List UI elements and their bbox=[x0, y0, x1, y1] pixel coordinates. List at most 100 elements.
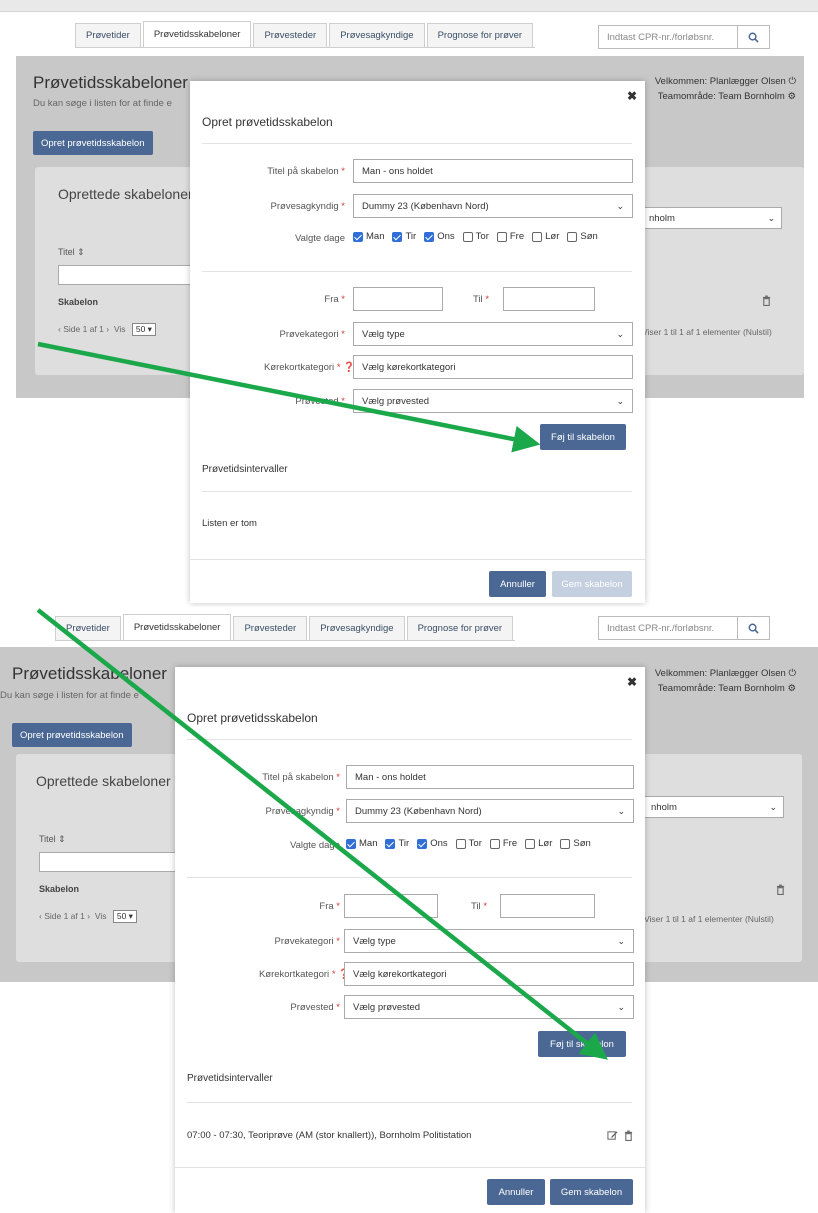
day-checkbox-man[interactable]: Man bbox=[353, 231, 384, 242]
day-checkbox-tir[interactable]: Tir bbox=[392, 231, 416, 242]
chevron-down-icon: ⌄ bbox=[617, 935, 625, 946]
next-page-icon[interactable]: › bbox=[106, 324, 109, 334]
divider bbox=[202, 143, 632, 144]
tab-prognose[interactable]: Prognose for prøver bbox=[426, 23, 534, 47]
cancel-button[interactable]: Annuller bbox=[487, 1179, 545, 1205]
pager-text: Side 1 af 1 bbox=[63, 324, 104, 334]
from-input[interactable] bbox=[344, 894, 438, 918]
column-title[interactable]: Titel ⇕ bbox=[39, 834, 66, 845]
cpr-search-input[interactable]: Indtast CPR-nr./forløbsnr. bbox=[598, 25, 738, 49]
chevron-down-icon: ⌄ bbox=[616, 328, 624, 339]
day-checkbox-ons[interactable]: Ons bbox=[417, 838, 448, 849]
interval-entry: 07:00 - 07:30, Teoriprøve (AM (stor knal… bbox=[187, 1130, 472, 1141]
page-subtitle: Du kan søge i listen for at finde e bbox=[0, 690, 139, 701]
pager: ‹ Side 1 af 1 › Vis 50 ▾ bbox=[58, 323, 156, 336]
tab-provetidsskabeloner[interactable]: Prøvetidsskabeloner bbox=[122, 614, 232, 640]
cpr-search-input[interactable]: Indtast CPR-nr./forløbsnr. bbox=[598, 616, 738, 640]
license-input[interactable]: Vælg kørekortkategori bbox=[344, 962, 634, 986]
trash-icon[interactable] bbox=[776, 884, 785, 898]
day-checkbox-lor[interactable]: Lør bbox=[525, 838, 552, 849]
save-template-button[interactable]: Gem skabelon bbox=[550, 1179, 633, 1205]
chevron-down-icon: ⌄ bbox=[616, 200, 624, 211]
day-checkbox-tor[interactable]: Tor bbox=[455, 838, 482, 849]
chevron-down-icon: ⌄ bbox=[767, 212, 775, 223]
save-template-button[interactable]: Gem skabelon bbox=[552, 571, 632, 597]
trash-icon[interactable] bbox=[624, 1130, 633, 1144]
add-to-template-button[interactable]: Føj til skabelon bbox=[538, 1031, 626, 1057]
tab-prognose[interactable]: Prognose for prøver bbox=[406, 616, 514, 640]
title-filter-input[interactable] bbox=[39, 852, 179, 872]
tab-provetider[interactable]: Prøvetider bbox=[55, 616, 121, 640]
day-checkbox-tor[interactable]: Tor bbox=[462, 231, 489, 242]
power-icon[interactable]: ⏻ bbox=[788, 668, 796, 679]
chevron-down-icon: ⌄ bbox=[617, 805, 625, 816]
to-input[interactable] bbox=[503, 287, 595, 311]
power-icon[interactable]: ⏻ bbox=[788, 76, 796, 87]
region-select[interactable]: nholm ⌄ bbox=[642, 207, 782, 229]
day-checkbox-tir[interactable]: Tir bbox=[385, 838, 409, 849]
user-info: Velkommen: Planlægger Olsen ⏻ Teamområde… bbox=[655, 74, 796, 104]
create-template-button[interactable]: Opret prøvetidsskabelon bbox=[12, 723, 132, 747]
template-title-input[interactable]: Man - ons holdet bbox=[346, 765, 634, 789]
tab-provesteder[interactable]: Prøvesteder bbox=[253, 23, 328, 47]
column-title[interactable]: Titel ⇕ bbox=[58, 247, 85, 258]
day-checkbox-fre[interactable]: Fre bbox=[489, 838, 517, 849]
prev-page-icon[interactable]: ‹ bbox=[58, 324, 61, 334]
trash-icon[interactable] bbox=[762, 295, 771, 309]
page-subtitle: Du kan søge i listen for at finde e bbox=[33, 98, 172, 109]
tab-provesagkyndige[interactable]: Prøvesagkyndige bbox=[309, 616, 405, 640]
day-checkbox-ons[interactable]: Ons bbox=[424, 231, 455, 242]
card-title: Oprettede skabeloner bbox=[36, 773, 171, 789]
day-checkbox-fre[interactable]: Fre bbox=[496, 231, 524, 242]
main-nav: Prøvetider Prøvetidsskabeloner Prøvested… bbox=[75, 21, 536, 48]
pager: ‹ Side 1 af 1 › Vis 50 ▾ bbox=[39, 910, 137, 923]
location-select[interactable]: Vælg prøvested ⌄ bbox=[344, 995, 634, 1019]
search-button[interactable] bbox=[738, 616, 770, 640]
close-icon[interactable]: ✖ bbox=[627, 675, 637, 689]
reset-link[interactable]: (Nulstil) bbox=[745, 914, 774, 924]
prev-page-icon[interactable]: ‹ bbox=[39, 911, 42, 921]
add-to-template-button[interactable]: Føj til skabelon bbox=[540, 424, 626, 450]
create-template-button[interactable]: Opret prøvetidsskabelon bbox=[33, 131, 153, 155]
table-row: Skabelon bbox=[58, 297, 99, 307]
divider bbox=[175, 1167, 645, 1168]
license-input[interactable]: Vælg kørekortkategori bbox=[353, 355, 633, 379]
location-select[interactable]: Vælg prøvested ⌄ bbox=[353, 389, 633, 413]
tab-provesagkyndige[interactable]: Prøvesagkyndige bbox=[329, 23, 425, 47]
region-select[interactable]: nholm ⌄ bbox=[644, 796, 784, 818]
gear-icon[interactable]: ⚙ bbox=[787, 683, 796, 694]
cancel-button[interactable]: Annuller bbox=[489, 571, 546, 597]
reset-link[interactable]: (Nulstil) bbox=[743, 327, 772, 337]
page-title: Prøvetidsskabeloner bbox=[33, 73, 188, 92]
gear-icon[interactable]: ⚙ bbox=[787, 91, 796, 102]
tab-provetidsskabeloner[interactable]: Prøvetidsskabeloner bbox=[142, 21, 252, 47]
next-page-icon[interactable]: › bbox=[87, 911, 90, 921]
day-checkbox-son[interactable]: Søn bbox=[567, 231, 598, 242]
vis-label: Vis bbox=[94, 911, 107, 921]
examiner-select[interactable]: Dummy 23 (København Nord) ⌄ bbox=[346, 799, 634, 823]
day-checkbox-man[interactable]: Man bbox=[346, 838, 377, 849]
tab-provesteder[interactable]: Prøvesteder bbox=[233, 616, 308, 640]
days-group: Man Tir Ons Tor Fre Lør Søn bbox=[346, 838, 591, 849]
close-icon[interactable]: ✖ bbox=[627, 89, 637, 103]
from-input[interactable] bbox=[353, 287, 443, 311]
tab-provetider[interactable]: Prøvetider bbox=[75, 23, 141, 47]
day-checkbox-son[interactable]: Søn bbox=[560, 838, 591, 849]
category-select[interactable]: Vælg type ⌄ bbox=[353, 322, 633, 346]
page-title: Prøvetidsskabeloner bbox=[12, 664, 167, 683]
to-label: Til * bbox=[473, 294, 490, 305]
search-icon bbox=[748, 32, 759, 43]
title-filter-input[interactable] bbox=[58, 265, 198, 285]
edit-icon[interactable] bbox=[607, 1130, 618, 1144]
examiner-select[interactable]: Dummy 23 (København Nord) ⌄ bbox=[353, 194, 633, 218]
divider bbox=[187, 877, 632, 878]
day-checkbox-lor[interactable]: Lør bbox=[532, 231, 559, 242]
screenshot-after: Prøvetider Prøvetidsskabeloner Prøvested… bbox=[0, 607, 818, 1213]
page-size-select[interactable]: 50 ▾ bbox=[112, 910, 137, 923]
page-size-select[interactable]: 50 ▾ bbox=[131, 323, 156, 336]
to-input[interactable] bbox=[500, 894, 595, 918]
category-select[interactable]: Vælg type ⌄ bbox=[344, 929, 634, 953]
template-title-input[interactable]: Man - ons holdet bbox=[353, 159, 633, 183]
chevron-down-icon: ⌄ bbox=[616, 395, 624, 406]
search-button[interactable] bbox=[738, 25, 770, 49]
